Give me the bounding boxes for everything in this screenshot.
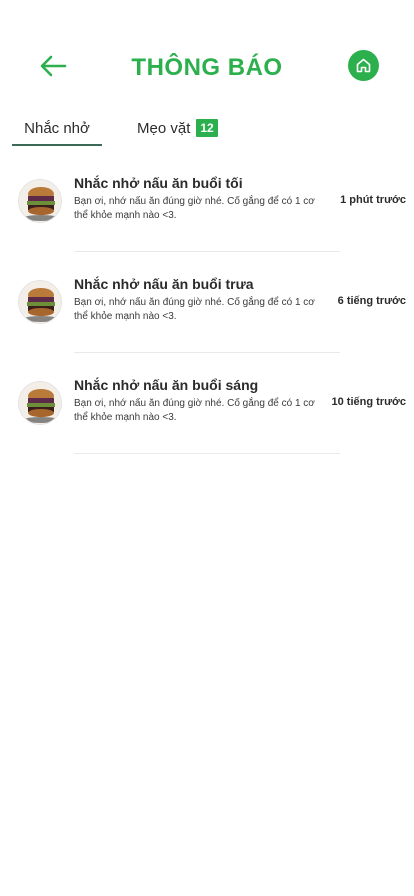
burger-avatar — [18, 280, 62, 324]
tab-reminders[interactable]: Nhắc nhở — [12, 110, 102, 146]
notification-title: Nhắc nhở nấu ăn buổi sáng — [74, 377, 259, 393]
divider — [74, 251, 340, 252]
notification-item[interactable]: Nhắc nhở nấu ăn buổi trưa Bạn ơi, nhớ nấ… — [0, 261, 414, 362]
divider — [74, 352, 340, 353]
notification-body: Bạn ơi, nhớ nấu ăn đúng giờ nhé. Cố gắng… — [74, 297, 315, 322]
burger-avatar — [18, 381, 62, 425]
tips-count-badge: 12 — [196, 119, 218, 137]
header: THÔNG BÁO — [0, 44, 414, 88]
tab-tips[interactable]: Mẹo vặt 12 — [137, 110, 218, 146]
notification-time: 10 tiếng trước — [331, 396, 406, 408]
notification-body: Bạn ơi, nhớ nấu ăn đúng giờ nhé. Cố gắng… — [74, 398, 315, 423]
divider — [74, 453, 340, 454]
tab-bar: Nhắc nhở Mẹo vặt 12 — [0, 110, 414, 146]
home-button[interactable] — [348, 50, 379, 81]
notification-time: 6 tiếng trước — [337, 295, 406, 307]
notification-title: Nhắc nhở nấu ăn buổi tối — [74, 175, 243, 191]
notification-item[interactable]: Nhắc nhở nấu ăn buổi sáng Bạn ơi, nhớ nấ… — [0, 362, 414, 463]
home-icon — [356, 58, 371, 73]
notification-title: Nhắc nhở nấu ăn buổi trưa — [74, 276, 254, 292]
notification-item[interactable]: Nhắc nhở nấu ăn buổi tối Bạn ơi, nhớ nấu… — [0, 160, 414, 261]
tab-tips-label: Mẹo vặt — [137, 119, 191, 137]
notification-body: Bạn ơi, nhớ nấu ăn đúng giờ nhé. Cố gắng… — [74, 196, 315, 221]
notification-list: Nhắc nhở nấu ăn buổi tối Bạn ơi, nhớ nấu… — [0, 160, 414, 463]
burger-avatar — [18, 179, 62, 223]
notification-time: 1 phút trước — [340, 194, 406, 206]
tab-reminders-label: Nhắc nhở — [24, 119, 90, 137]
